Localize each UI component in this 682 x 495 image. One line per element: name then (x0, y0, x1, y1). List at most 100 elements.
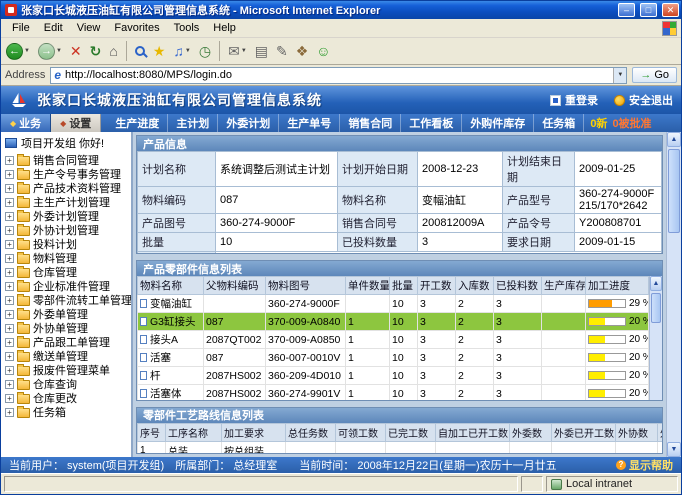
menu-item-tools[interactable]: Tools (167, 20, 207, 36)
refresh-button[interactable]: ↻ (90, 44, 102, 58)
close-button[interactable]: ✕ (662, 3, 679, 17)
expand-icon[interactable]: + (5, 296, 14, 305)
menu-item-view[interactable]: View (70, 20, 108, 36)
parts-row[interactable]: 变幅油缸360-274-9000F1032329 % (138, 295, 649, 313)
expand-icon[interactable]: + (5, 226, 14, 235)
expand-icon[interactable]: + (5, 352, 14, 361)
route-column-header[interactable]: 工序名称 (166, 423, 222, 441)
parts-row[interactable]: 接头A2087QT002370-009-A085011032320 % (138, 331, 649, 349)
tree-item[interactable]: +外协计划管理 (1, 223, 131, 237)
parts-column-header[interactable]: 已投料数 (494, 277, 542, 295)
relogin-button[interactable]: 重登录 (550, 92, 598, 108)
expand-icon[interactable]: + (5, 254, 14, 263)
route-column-header[interactable]: 总任务数 (286, 423, 336, 441)
parts-row[interactable]: 活塞体2087HS002360-274-9901V11032320 % (138, 385, 649, 401)
edit-button[interactable]: ✎ (276, 44, 288, 58)
tree-item[interactable]: +缴送单管理 (1, 349, 131, 363)
parts-scrollbar[interactable]: ▲ ▼ (649, 276, 662, 401)
nav-item-1[interactable]: 主计划 (168, 114, 218, 132)
tree-item[interactable]: +外委计划管理 (1, 209, 131, 223)
parts-column-header[interactable]: 入库数 (456, 277, 494, 295)
tree-item[interactable]: +物料管理 (1, 251, 131, 265)
nav-item-3[interactable]: 生产单号 (279, 114, 340, 132)
title-bar[interactable]: 张家口长城液压油缸有限公司管理信息系统 - Microsoft Internet… (1, 1, 681, 19)
parts-scroll-up-icon[interactable]: ▲ (650, 276, 662, 291)
route-column-header[interactable]: 外委已开工数 (552, 423, 616, 441)
main-scrollbar-thumb[interactable] (668, 149, 679, 233)
nav-item-5[interactable]: 工作看板 (401, 114, 462, 132)
expand-icon[interactable]: + (5, 380, 14, 389)
favorites-button[interactable]: ★ (153, 44, 166, 58)
main-scrollbar[interactable]: ▲ ▼ (666, 132, 681, 457)
nav-item-2[interactable]: 外委计划 (218, 114, 279, 132)
expand-icon[interactable]: + (5, 170, 14, 179)
tree-item[interactable]: +报废件管理菜单 (1, 363, 131, 377)
expand-icon[interactable]: + (5, 156, 14, 165)
menu-item-edit[interactable]: Edit (37, 20, 70, 36)
home-button[interactable]: ⌂ (109, 44, 117, 58)
tree-item[interactable]: +产品跟工单管理 (1, 335, 131, 349)
nav-item-4[interactable]: 销售合同 (340, 114, 401, 132)
expand-icon[interactable]: + (5, 282, 14, 291)
route-column-header[interactable]: 序号 (138, 423, 166, 441)
menu-item-favorites[interactable]: Favorites (107, 20, 166, 36)
tree-item[interactable]: +产品技术资料管理 (1, 181, 131, 195)
history-button[interactable]: ◷ (199, 44, 211, 58)
tree-item[interactable]: +外协单管理 (1, 321, 131, 335)
parts-column-header[interactable]: 单件数量 (346, 277, 390, 295)
maximize-button[interactable]: □ (640, 3, 657, 17)
route-column-header[interactable]: 外委数 (510, 423, 552, 441)
route-column-header[interactable]: 加工要求 (222, 423, 286, 441)
expand-icon[interactable]: + (5, 240, 14, 249)
tree-item[interactable]: +仓库查询 (1, 377, 131, 391)
nav-item-6[interactable]: 外购件库存 (462, 114, 534, 132)
new-tasks-count[interactable]: 0新 (590, 115, 607, 131)
go-button[interactable]: → Go (632, 67, 677, 83)
parts-row[interactable]: 活塞087360-007-0010V11032320 % (138, 349, 649, 367)
parts-column-header[interactable]: 物料名称 (138, 277, 204, 295)
tree-item[interactable]: +外委单管理 (1, 307, 131, 321)
expand-icon[interactable]: + (5, 268, 14, 277)
tree-item[interactable]: +主生产计划管理 (1, 195, 131, 209)
tab-settings[interactable]: ◆设置 (51, 114, 101, 132)
parts-column-header[interactable]: 生产库存 (542, 277, 586, 295)
expand-icon[interactable]: + (5, 338, 14, 347)
expand-icon[interactable]: + (5, 366, 14, 375)
main-scroll-down-icon[interactable]: ▼ (667, 442, 681, 457)
expand-icon[interactable]: + (5, 198, 14, 207)
expand-icon[interactable]: + (5, 184, 14, 193)
print-button[interactable]: ▤ (255, 44, 268, 58)
back-button[interactable]: ←▼ (6, 43, 30, 60)
stop-button[interactable]: ✕ (70, 44, 82, 58)
messenger-button[interactable]: ☺ (316, 44, 330, 58)
parts-column-header[interactable]: 加工进度 (586, 277, 649, 295)
address-dropdown-icon[interactable]: ▼ (613, 68, 626, 83)
tree-item[interactable]: +投料计划 (1, 237, 131, 251)
tree-item[interactable]: +企业标准件管理 (1, 279, 131, 293)
nav-item-0[interactable]: 生产进度 (107, 114, 168, 132)
route-row[interactable]: 1总装按总组装 (138, 441, 663, 454)
address-input[interactable]: e http://localhost:8080/MPS/login.do ▼ (50, 67, 627, 84)
expand-icon[interactable]: + (5, 394, 14, 403)
mail-button[interactable]: ✉▼ (228, 44, 247, 58)
main-scroll-up-icon[interactable]: ▲ (667, 132, 681, 147)
tree-item[interactable]: +销售合同管理 (1, 153, 131, 167)
parts-row[interactable]: 杆2087HS002360-209-4D01011032320 % (138, 367, 649, 385)
show-help-link[interactable]: ? 显示帮助 (616, 457, 673, 473)
forward-button[interactable]: →▼ (38, 43, 62, 60)
route-column-header[interactable]: 自加工已开工数 (436, 423, 510, 441)
route-column-header[interactable]: 已完工数 (386, 423, 436, 441)
expand-icon[interactable]: + (5, 408, 14, 417)
parts-column-header[interactable]: 批量 (390, 277, 418, 295)
tree-item[interactable]: +仓库更改 (1, 391, 131, 405)
route-column-header[interactable]: 外协数 (616, 423, 658, 441)
tree-item[interactable]: +生产令号事务管理 (1, 167, 131, 181)
logout-button[interactable]: 安全退出 (614, 92, 673, 108)
menu-item-help[interactable]: Help (206, 20, 243, 36)
approved-tasks-count[interactable]: 0被批准 (612, 115, 651, 131)
parts-row[interactable]: G3缸接头087370-009-A084011032320 % (138, 313, 649, 331)
tree-item[interactable]: +任务箱 (1, 405, 131, 419)
discuss-button[interactable]: ❖ (296, 44, 309, 58)
route-column-header[interactable]: 可领工数 (336, 423, 386, 441)
expand-icon[interactable]: + (5, 324, 14, 333)
